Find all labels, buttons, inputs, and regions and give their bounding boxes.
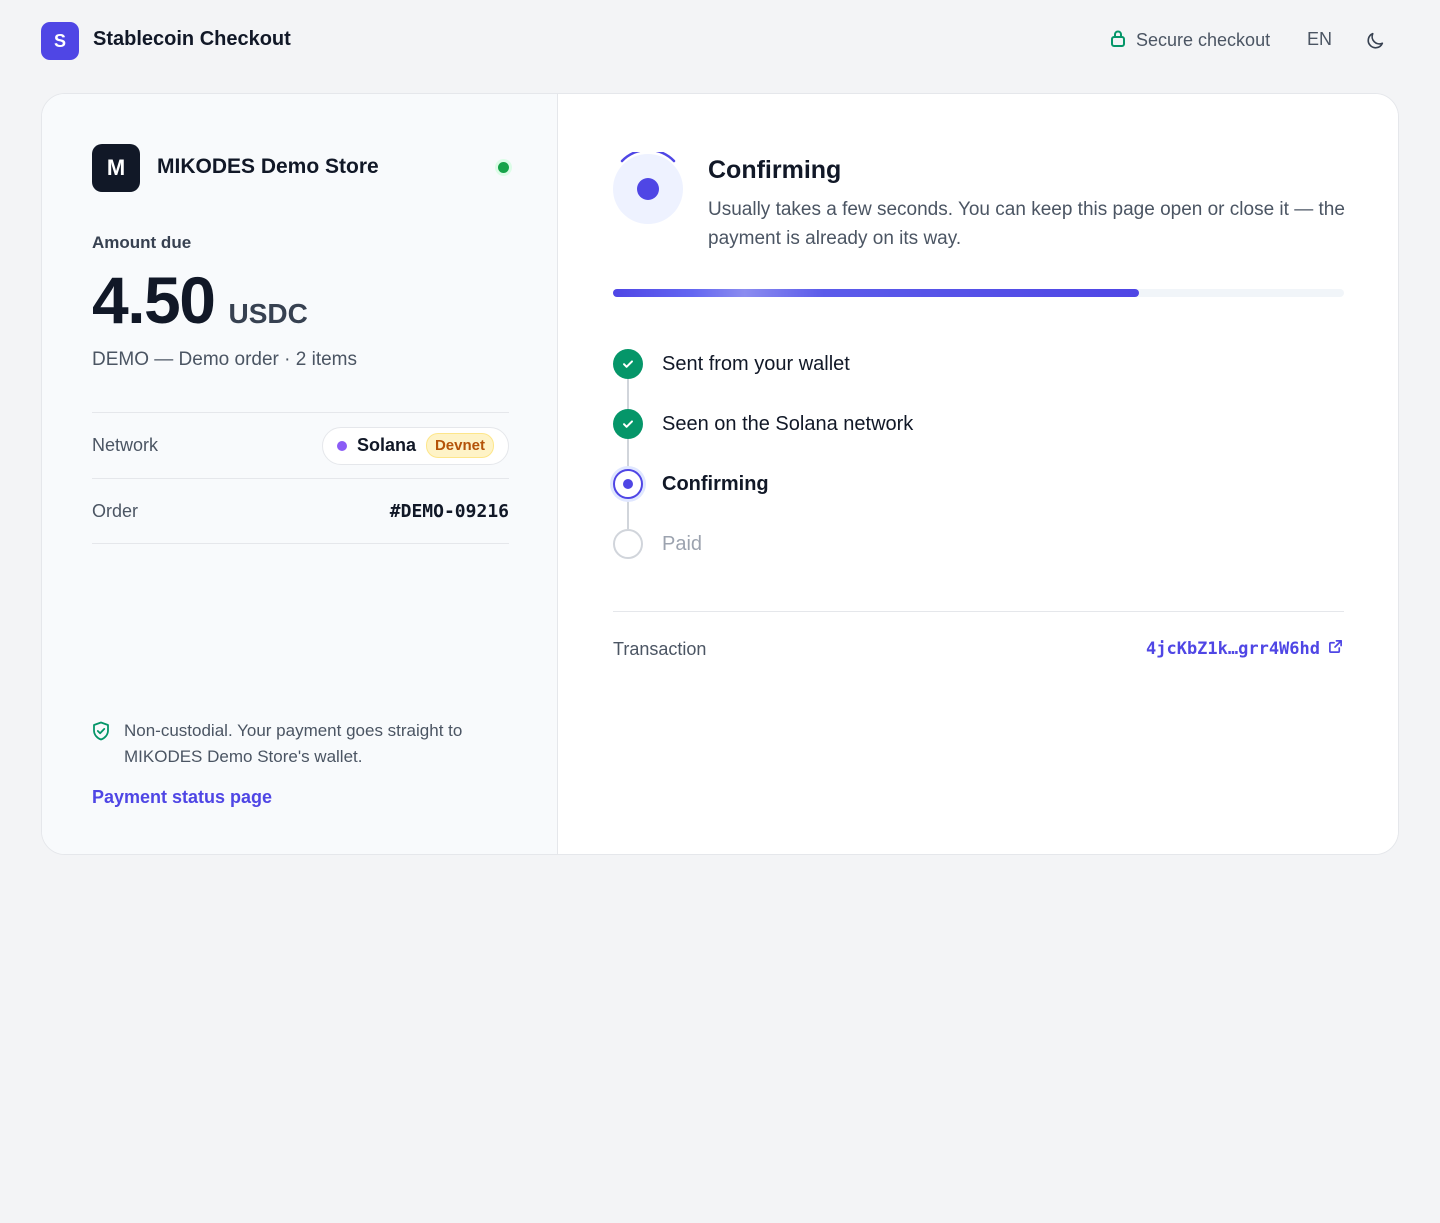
network-row: Network Solana Devnet [92,412,509,478]
non-custodial-note: Non-custodial. Your payment goes straigh… [92,718,512,770]
status-steps: Sent from your wallet Seen on the Solana… [613,349,1213,589]
progress-fill [613,289,1140,297]
order-summary-panel: M MIKODES Demo Store Amount due 4.50 USD… [42,94,558,854]
order-label: Order [92,500,139,521]
confirming-spinner-icon [612,148,686,226]
online-status-dot [498,162,509,173]
step-connector [627,439,629,469]
step-label: Paid [662,533,703,555]
non-custodial-text: Non-custodial. Your payment goes straigh… [124,721,463,766]
checkout-card: M MIKODES Demo Store Amount due 4.50 USD… [41,93,1399,855]
external-link-icon [1328,639,1343,659]
order-description: DEMO — Demo order · 2 items [92,349,357,370]
step-sent: Sent from your wallet [613,349,1213,409]
amount-currency: USDC [228,298,308,329]
secure-checkout-indicator: Secure checkout [1110,29,1270,52]
solana-dot-icon [336,440,347,451]
progress-bar [613,289,1344,297]
step-seen: Seen on the Solana network [613,409,1213,469]
pending-step-icon [613,529,643,559]
active-step-icon [613,469,643,499]
transaction-hash-link[interactable]: 4jcKbZ1k…grr4W6hd [1146,639,1343,659]
store-avatar: M [92,144,140,192]
moon-icon[interactable] [1364,30,1386,52]
devnet-badge: Devnet [425,433,494,458]
store-name: MIKODES Demo Store [157,155,379,178]
brand-logo: S [41,22,79,60]
step-label: Confirming [662,473,769,495]
app-title: Stablecoin Checkout [93,28,291,50]
amount-display: 4.50 USDC [92,262,308,338]
secure-checkout-label: Secure checkout [1136,30,1271,50]
check-icon [613,349,643,379]
top-bar: S Stablecoin Checkout Secure checkout EN [0,0,1440,82]
step-connector [627,499,629,529]
amount-label: Amount due [92,233,192,252]
amount-value: 4.50 [92,263,216,337]
network-pill: Solana Devnet [321,426,509,465]
transaction-hash: 4jcKbZ1k…grr4W6hd [1146,639,1320,659]
order-row: Order #DEMO-09216 [92,478,509,544]
step-label: Sent from your wallet [662,353,850,375]
step-paid: Paid [613,529,1213,589]
payment-status-link[interactable]: Payment status page [92,787,272,808]
order-id: #DEMO-09216 [389,500,509,522]
lock-icon [1110,29,1126,52]
step-connector [627,379,629,409]
transaction-label: Transaction [613,639,707,659]
check-icon [613,409,643,439]
step-label: Seen on the Solana network [662,413,914,435]
status-subtitle: Usually takes a few seconds. You can kee… [708,199,1345,249]
network-name: Solana [356,435,416,455]
shield-check-icon [92,721,110,770]
network-label: Network [92,435,159,455]
status-title: Confirming [708,156,842,184]
step-confirming: Confirming [613,469,1213,529]
language-switcher[interactable]: EN [1307,29,1332,50]
divider [613,611,1344,612]
payment-status-panel: Confirming Usually takes a few seconds. … [558,94,1398,854]
